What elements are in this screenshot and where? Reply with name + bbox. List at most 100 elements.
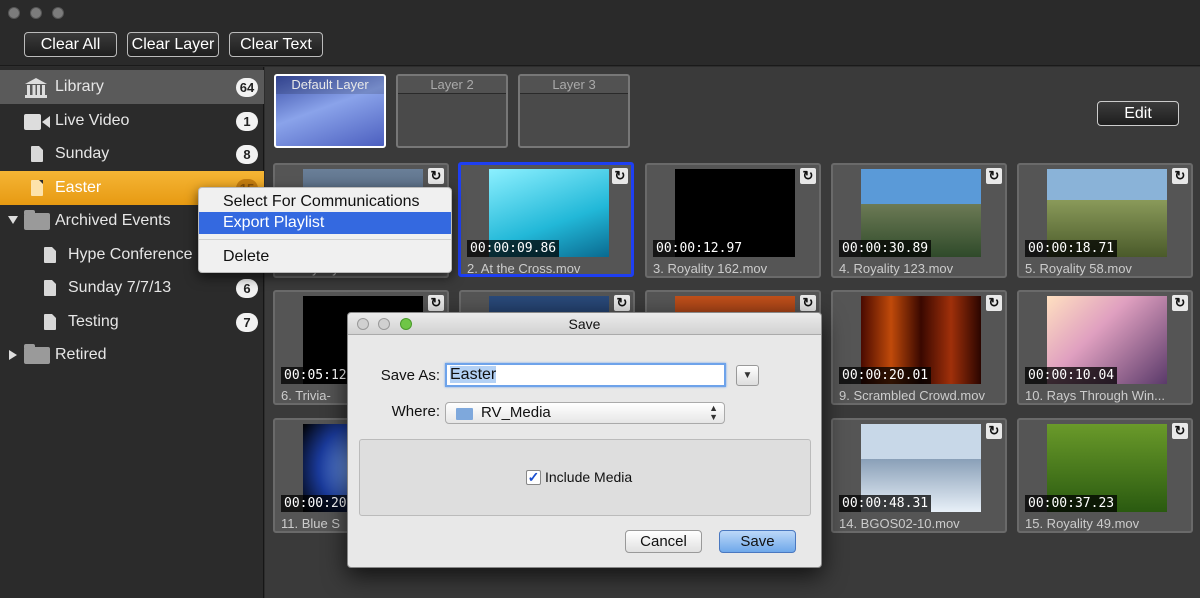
count-badge: 7	[236, 313, 258, 332]
sidebar-item-retired[interactable]: Retired	[0, 338, 264, 372]
media-name: 15. Royality 49.mov	[1025, 516, 1140, 531]
dialog-close-button[interactable]	[357, 318, 369, 330]
library-icon	[25, 78, 47, 98]
cancel-button[interactable]: Cancel	[625, 530, 702, 553]
sidebar-item-testing[interactable]: Testing 7	[0, 305, 264, 339]
count-badge: 8	[236, 145, 258, 164]
media-name: 4. Royality 123.mov	[839, 261, 954, 276]
save-button[interactable]: Save	[719, 530, 796, 553]
layer-label: Layer 2	[398, 76, 506, 94]
folder-icon	[24, 344, 50, 364]
sidebar-item-label: Retired	[55, 346, 107, 363]
include-media-label: Include Media	[545, 469, 633, 485]
save-as-value: Easter	[450, 366, 497, 383]
layer-tab-2[interactable]: Layer 2	[396, 74, 508, 148]
save-as-input[interactable]: Easter	[445, 363, 726, 387]
sidebar-item-label: Testing	[68, 313, 119, 330]
sidebar-item-sunday[interactable]: Sunday 8	[0, 137, 264, 171]
timecode: 00:05:12	[281, 367, 350, 384]
save-as-label: Save As:	[380, 367, 440, 384]
loop-icon[interactable]: ↻	[1172, 423, 1188, 439]
timecode: 00:00:12.97	[653, 240, 746, 257]
media-name: 2. At the Cross.mov	[467, 261, 581, 276]
timecode: 00:00:37.23	[1025, 495, 1118, 512]
expand-dialog-button[interactable]: ▼	[736, 365, 759, 386]
media-cell[interactable]: ↻ 00:00:12.97 3. Royality 162.mov	[645, 163, 821, 278]
media-cell[interactable]: ↻ 00:00:48.31 14. BGOS02-10.mov	[831, 418, 1007, 533]
media-name: 5. Royality 58.mov	[1025, 261, 1132, 276]
folder-icon	[456, 408, 473, 420]
loop-icon[interactable]: ↻	[986, 295, 1002, 311]
loop-icon[interactable]: ↻	[428, 168, 444, 184]
timecode: 00:00:09.86	[467, 240, 560, 257]
document-icon	[31, 146, 43, 162]
context-menu: Select For Communications Export Playlis…	[198, 187, 452, 273]
layer-label: Default Layer	[276, 76, 384, 94]
layer-label: Layer 3	[520, 76, 628, 94]
minimize-window-button[interactable]	[30, 7, 42, 19]
count-badge: 6	[236, 279, 258, 298]
title-bar: Clear All Clear Layer Clear Text	[0, 0, 1200, 66]
loop-icon[interactable]: ↻	[800, 295, 816, 311]
count-badge: 64	[236, 78, 258, 97]
folder-icon	[24, 210, 50, 230]
media-cell[interactable]: ↻ 00:00:10.04 10. Rays Through Win...	[1017, 290, 1193, 405]
document-icon	[44, 314, 56, 330]
up-down-arrows-icon: ▲ ▼	[709, 403, 718, 422]
menu-separator	[199, 239, 451, 240]
loop-icon[interactable]: ↻	[986, 168, 1002, 184]
close-window-button[interactable]	[8, 7, 20, 19]
video-camera-icon	[24, 114, 50, 130]
edit-button[interactable]: Edit	[1097, 101, 1179, 126]
menu-item-select-for-communications[interactable]: Select For Communications	[199, 191, 451, 213]
clear-all-button[interactable]: Clear All	[24, 32, 117, 57]
sidebar-item-label: Library	[55, 78, 104, 95]
menu-item-export-playlist[interactable]: Export Playlist	[199, 212, 451, 234]
layer-tab-3[interactable]: Layer 3	[518, 74, 630, 148]
dialog-zoom-button[interactable]	[400, 318, 412, 330]
media-name: 14. BGOS02-10.mov	[839, 516, 960, 531]
document-icon	[44, 280, 56, 296]
include-media-checkbox[interactable]: ✓	[526, 470, 541, 485]
timecode: 00:00:30.89	[839, 240, 932, 257]
menu-item-delete[interactable]: Delete	[199, 246, 451, 268]
document-icon	[31, 180, 43, 196]
where-popup[interactable]: RV_Media ▲ ▼	[445, 402, 725, 424]
sidebar-item-sunday-7-7-13[interactable]: Sunday 7/7/13 6	[0, 271, 264, 305]
sidebar-item-live-video[interactable]: Live Video 1	[0, 104, 264, 138]
media-cell[interactable]: ↻ 00:00:09.86 2. At the Cross.mov	[458, 162, 634, 277]
where-value: RV_Media	[481, 404, 551, 421]
sidebar-item-label: Sunday 7/7/13	[68, 279, 172, 296]
loop-icon[interactable]: ↻	[1172, 168, 1188, 184]
loop-icon[interactable]: ↻	[428, 295, 444, 311]
loop-icon[interactable]: ↻	[1172, 295, 1188, 311]
loop-icon[interactable]: ↻	[986, 423, 1002, 439]
media-cell[interactable]: ↻ 00:00:30.89 4. Royality 123.mov	[831, 163, 1007, 278]
media-cell[interactable]: ↻ 00:00:20.01 9. Scrambled Crowd.mov	[831, 290, 1007, 405]
sidebar-item-label: Hype Conference	[68, 246, 193, 263]
layer-tab-default[interactable]: Default Layer	[274, 74, 386, 148]
sidebar-item-label: Archived Events	[55, 212, 171, 229]
media-name: 9. Scrambled Crowd.mov	[839, 388, 985, 403]
media-cell[interactable]: ↻ 00:00:18.71 5. Royality 58.mov	[1017, 163, 1193, 278]
timecode: 00:00:18.71	[1025, 240, 1118, 257]
count-badge: 1	[236, 112, 258, 131]
timecode: 00:00:48.31	[839, 495, 932, 512]
disclosure-triangle-icon[interactable]	[9, 350, 17, 360]
clear-text-button[interactable]: Clear Text	[229, 32, 323, 57]
clear-layer-button[interactable]: Clear Layer	[127, 32, 219, 57]
disclosure-triangle-icon[interactable]	[8, 216, 18, 224]
playlist-sidebar: Library 64 Live Video 1 Sunday 8 Easter …	[0, 67, 264, 598]
timecode: 00:00:20	[281, 495, 350, 512]
timecode: 00:00:20.01	[839, 367, 932, 384]
dialog-minimize-button[interactable]	[378, 318, 390, 330]
options-box: ✓ Include Media	[359, 439, 811, 516]
zoom-window-button[interactable]	[52, 7, 64, 19]
loop-icon[interactable]: ↻	[800, 168, 816, 184]
where-label: Where:	[391, 403, 440, 420]
media-cell[interactable]: ↻ 00:00:37.23 15. Royality 49.mov	[1017, 418, 1193, 533]
sidebar-item-library[interactable]: Library 64	[0, 70, 264, 104]
loop-icon[interactable]: ↻	[614, 295, 630, 311]
sidebar-item-label: Sunday	[55, 145, 110, 162]
loop-icon[interactable]: ↻	[612, 168, 628, 184]
